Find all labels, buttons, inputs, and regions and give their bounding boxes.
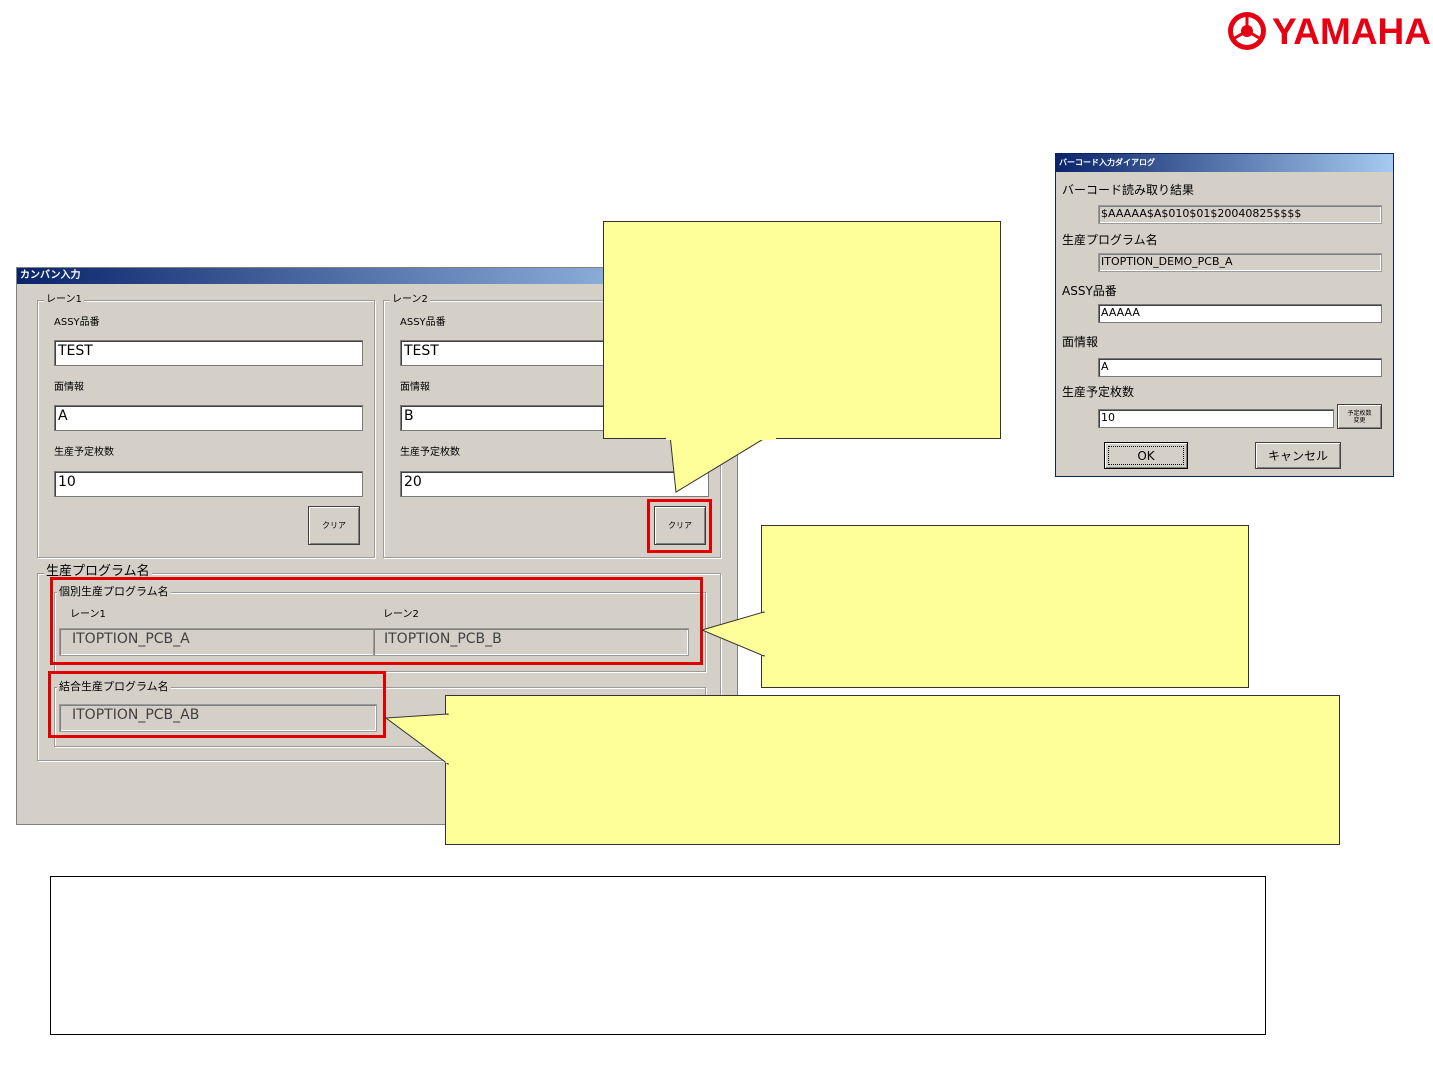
- lane2-face-label: 面情報: [400, 382, 430, 393]
- lane1-group: レーン1 ASSY品番 TEST 面情報 A 生産予定枚数 10 クリア: [37, 293, 375, 558]
- barcode-program-value: ITOPTION_DEMO_PCB_A: [1098, 253, 1382, 272]
- lane1-assy-label: ASSY品番: [54, 317, 100, 328]
- barcode-qty-input[interactable]: 10: [1098, 409, 1334, 428]
- notes-box: [50, 876, 1266, 1035]
- lane1-clear-button[interactable]: クリア: [308, 506, 360, 545]
- callout-bottom-tail: [384, 713, 449, 765]
- ok-button[interactable]: OK: [1104, 442, 1188, 469]
- barcode-result-label: バーコード読み取り結果: [1062, 183, 1195, 197]
- lane1-qty-input[interactable]: 10: [54, 471, 363, 497]
- yamaha-logo: YAMAHA: [1226, 10, 1431, 54]
- lane2-assy-label: ASSY品番: [400, 317, 446, 328]
- callout-bottom-box: [445, 695, 1340, 845]
- barcode-face-label: 面情報: [1062, 335, 1099, 349]
- barcode-qty-label: 生産予定枚数: [1062, 385, 1135, 399]
- callout-middle-tail: [700, 611, 765, 657]
- highlight-lane2-clear: [647, 499, 712, 553]
- barcode-assy-input[interactable]: AAAAA: [1098, 304, 1382, 323]
- barcode-dialog-titlebar[interactable]: バーコード入力ダイアログ: [1056, 154, 1393, 172]
- barcode-face-input[interactable]: A: [1098, 358, 1382, 377]
- callout-top-tail-cover: [666, 434, 776, 440]
- lane1-assy-input[interactable]: TEST: [54, 340, 363, 366]
- tuning-forks-emblem-icon: [1228, 12, 1266, 50]
- barcode-assy-label: ASSY品番: [1062, 284, 1117, 298]
- qty-change-button[interactable]: 予定枚数 変更: [1337, 404, 1382, 429]
- highlight-combined-program: [48, 671, 386, 738]
- callout-middle-box: [761, 525, 1249, 688]
- highlight-individual-program: [50, 577, 703, 665]
- lane2-group-title: レーン2: [390, 293, 430, 307]
- lane1-qty-label: 生産予定枚数: [54, 447, 114, 458]
- lane1-face-input[interactable]: A: [54, 405, 363, 431]
- yamaha-wordmark: YAMAHA: [1272, 11, 1431, 52]
- barcode-input-dialog: バーコード入力ダイアログ バーコード読み取り結果 $AAAAA$A$010$01…: [1055, 153, 1394, 477]
- cancel-button[interactable]: キャンセル: [1255, 442, 1341, 469]
- lane1-group-title: レーン1: [44, 293, 84, 307]
- callout-top-box: [603, 221, 1001, 439]
- barcode-result-value: $AAAAA$A$010$01$20040825$$$$: [1098, 205, 1382, 224]
- lane1-face-label: 面情報: [54, 382, 84, 393]
- barcode-program-label: 生産プログラム名: [1062, 233, 1158, 247]
- lane2-qty-label: 生産予定枚数: [400, 447, 460, 458]
